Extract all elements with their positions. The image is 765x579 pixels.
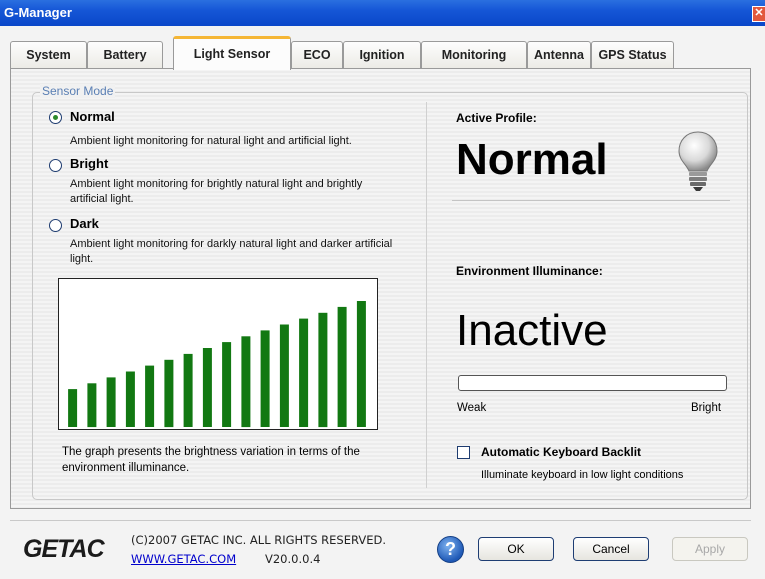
illuminance-status: Inactive [456, 306, 608, 355]
scale-bright-label: Bright [691, 402, 722, 414]
tab-monitoring[interactable]: Monitoring [421, 41, 527, 68]
option-normal-label[interactable]: Normal [70, 109, 115, 124]
keyboard-backlit-checkbox[interactable] [457, 446, 470, 459]
footer-divider [10, 520, 751, 521]
brightness-bar [299, 318, 309, 427]
brightness-bar [356, 301, 366, 427]
brightness-bar [260, 330, 270, 427]
brightness-bar [106, 377, 116, 427]
active-profile-value: Normal [456, 135, 608, 184]
brightness-bar [202, 348, 212, 427]
copyright-text: (C)2007 GETAC INC. ALL RIGHTS RESERVED. [131, 533, 387, 547]
tab-antenna[interactable]: Antenna [527, 41, 591, 68]
keyboard-backlit-description: Illuminate keyboard in low light conditi… [481, 469, 684, 481]
option-bright-label[interactable]: Bright [70, 156, 108, 171]
brightness-bar [222, 342, 232, 427]
tab-ignition[interactable]: Ignition [343, 41, 421, 68]
tab-eco[interactable]: ECO [291, 41, 343, 68]
brightness-bar [183, 353, 193, 427]
radio-normal[interactable] [49, 111, 62, 124]
brightness-bar [125, 371, 135, 427]
radio-bright[interactable] [49, 159, 62, 172]
option-normal-description: Ambient light monitoring for natural lig… [70, 135, 352, 147]
brightness-bar [241, 336, 251, 428]
close-icon[interactable]: ✕ [752, 6, 765, 22]
tab-battery[interactable]: Battery [87, 41, 163, 68]
option-bright-description: Ambient light monitoring for brightly na… [70, 178, 363, 205]
illuminance-meter [458, 375, 727, 391]
brightness-bar [145, 365, 155, 427]
tab-gps-status[interactable]: GPS Status [591, 41, 674, 68]
tab-light-sensor[interactable]: Light Sensor [173, 36, 291, 70]
brightness-bar [279, 324, 289, 427]
cancel-button[interactable]: Cancel [573, 537, 649, 561]
brightness-bar [87, 383, 97, 428]
scale-weak-label: Weak [457, 402, 487, 414]
help-icon[interactable]: ? [437, 536, 464, 563]
option-dark-label[interactable]: Dark [70, 216, 99, 231]
brightness-bar [68, 389, 78, 427]
g-manager-window: G-Manager ✕ System Battery Light Sensor … [0, 0, 765, 579]
tab-system[interactable]: System [10, 41, 87, 68]
title-bar[interactable]: G-Manager ✕ [0, 0, 765, 26]
apply-button[interactable]: Apply [672, 537, 748, 561]
version-text: V20.0.0.4 [265, 552, 321, 566]
website-link[interactable]: WWW.GETAC.COM [131, 552, 236, 566]
brightness-bar [318, 312, 328, 428]
keyboard-backlit-label[interactable]: Automatic Keyboard Backlit [481, 445, 641, 459]
tab-strip: System Battery Light Sensor ECO Ignition… [10, 36, 750, 70]
graph-caption: The graph presents the brightness variat… [62, 446, 360, 474]
sensor-mode-legend: Sensor Mode [40, 84, 116, 98]
brightness-chart [58, 278, 378, 430]
vertical-divider [426, 102, 427, 488]
brightness-bar [337, 306, 347, 427]
radio-selected-dot [53, 115, 58, 120]
profile-divider [452, 200, 730, 201]
brightness-chart-svg [68, 301, 366, 428]
active-profile-title: Active Profile: [456, 111, 537, 125]
illuminance-title: Environment Illuminance: [456, 264, 603, 278]
option-dark-description: Ambient light monitoring for darkly natu… [70, 238, 393, 265]
ok-button[interactable]: OK [478, 537, 554, 561]
light-bulb-icon [678, 131, 718, 191]
brightness-bar [164, 359, 174, 428]
window-title: G-Manager [4, 5, 72, 20]
getac-logo: GETAC [23, 535, 105, 563]
radio-dark[interactable] [49, 219, 62, 232]
